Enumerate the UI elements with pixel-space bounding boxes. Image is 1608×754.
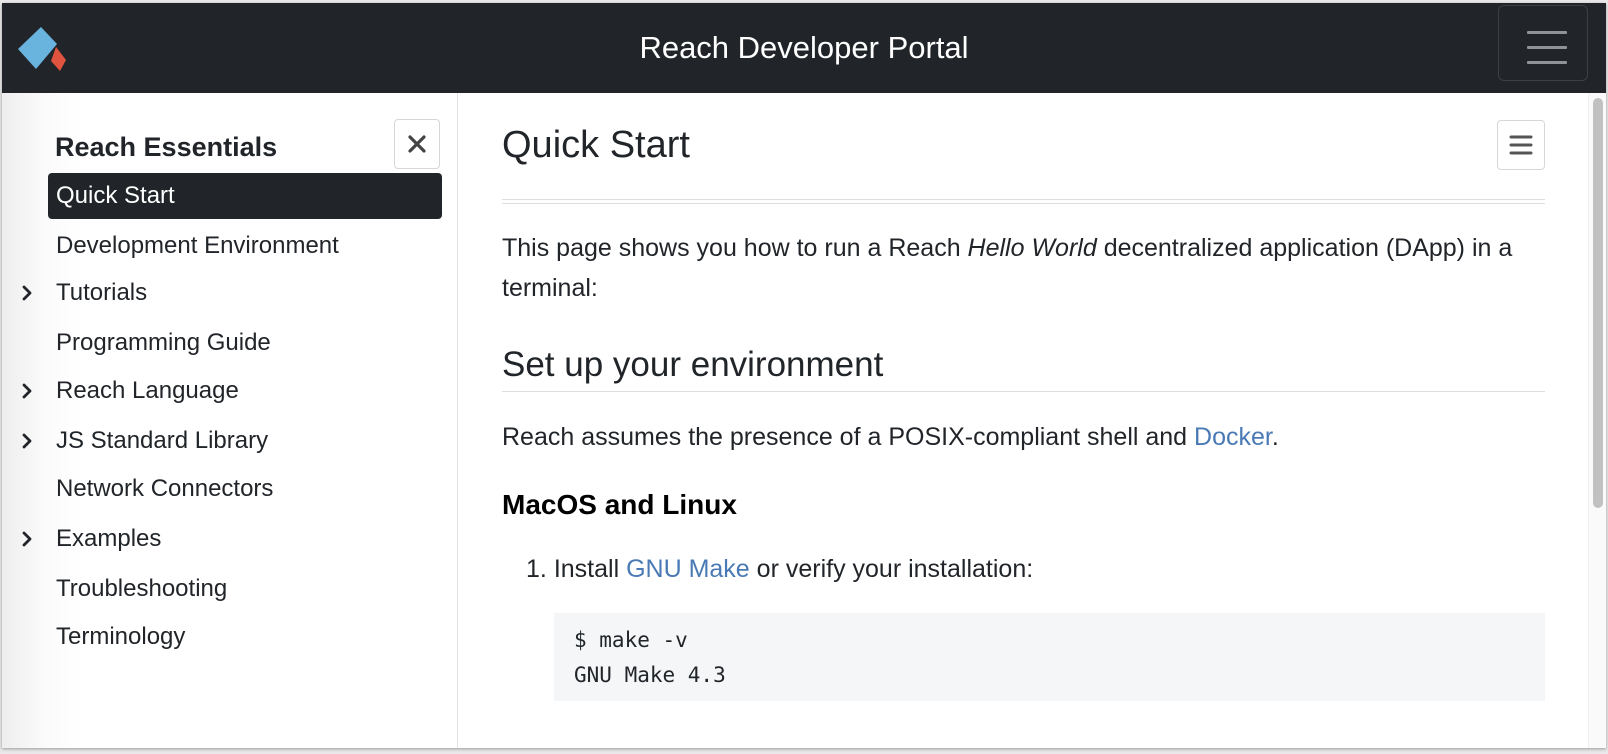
sidebar-item-label: Troubleshooting bbox=[56, 575, 228, 602]
sidebar-item-development-environment[interactable]: Development Environment bbox=[48, 223, 442, 269]
code-line: GNU Make 4.3 bbox=[574, 663, 726, 687]
close-icon bbox=[408, 135, 426, 153]
sidebar-item-label: Examples bbox=[56, 525, 162, 552]
subheading: MacOS and Linux bbox=[502, 489, 737, 520]
step-text: Install bbox=[553, 555, 627, 583]
chevron-right-icon[interactable] bbox=[20, 383, 34, 399]
top-navbar: Reach Developer Portal bbox=[2, 3, 1606, 93]
list-item: 1. Install GNU Make or verify your insta… bbox=[526, 552, 1033, 586]
sidebar-item-quick-start[interactable]: Quick Start bbox=[48, 173, 442, 219]
sidebar-item-programming-guide[interactable]: Programming Guide bbox=[48, 320, 442, 366]
sidebar-item-label: JS Standard Library bbox=[56, 427, 269, 454]
sidebar-item-label: Network Connectors bbox=[56, 475, 274, 502]
hamburger-icon-bar bbox=[1527, 61, 1567, 64]
section-heading: Set up your environment bbox=[502, 345, 884, 384]
sidebar-item-network-connectors[interactable]: Network Connectors bbox=[48, 466, 442, 512]
divider bbox=[502, 199, 1545, 200]
sidebar-item-label: Terminology bbox=[56, 623, 186, 650]
sidebar-item-label: Tutorials bbox=[56, 279, 148, 306]
assumption-text: Reach assumes the presence of a POSIX-co… bbox=[502, 423, 1195, 451]
sidebar-item-examples[interactable]: Examples bbox=[48, 516, 442, 562]
sidebar-item-terminology[interactable]: Terminology bbox=[48, 614, 442, 660]
intro-emphasis: Hello World bbox=[967, 234, 1097, 262]
hamburger-icon-bar bbox=[1527, 31, 1567, 34]
scrollbar-thumb[interactable] bbox=[1593, 98, 1603, 508]
browser-window: Reach Developer Portal Reach Essentials … bbox=[2, 3, 1606, 748]
docker-link[interactable]: Docker bbox=[1194, 423, 1272, 451]
sidebar-item-label: Reach Language bbox=[56, 377, 239, 404]
chevron-right-icon[interactable] bbox=[20, 531, 34, 547]
sidebar-item-label: Development Environment bbox=[56, 232, 339, 259]
sidebar-item-tutorials[interactable]: Tutorials bbox=[48, 270, 442, 316]
intro-text: This page shows you how to run a Reach bbox=[502, 234, 968, 262]
sidebar-item-js-standard-library[interactable]: JS Standard Library bbox=[48, 418, 442, 464]
hamburger-menu-button[interactable] bbox=[1498, 5, 1588, 81]
page-title: Quick Start bbox=[502, 124, 690, 166]
table-of-contents-button[interactable] bbox=[1497, 120, 1545, 170]
sidebar-item-reach-language[interactable]: Reach Language bbox=[48, 368, 442, 414]
vertical-scrollbar[interactable] bbox=[1588, 93, 1606, 748]
list-icon bbox=[1509, 135, 1533, 155]
main-content: Quick Start This page shows you how to r… bbox=[458, 93, 1588, 748]
list-item-number: 1. bbox=[526, 555, 547, 583]
divider bbox=[502, 203, 1545, 204]
hamburger-icon-bar bbox=[1527, 46, 1567, 49]
chevron-right-icon[interactable] bbox=[20, 433, 34, 449]
chevron-right-icon[interactable] bbox=[20, 285, 34, 301]
code-line: $ make -v bbox=[574, 628, 688, 652]
step-text: or verify your installation: bbox=[749, 555, 1034, 583]
code-block[interactable]: $ make -v GNU Make 4.3 bbox=[554, 613, 1545, 701]
sidebar-item-label: Quick Start bbox=[56, 182, 175, 209]
assumption-text: . bbox=[1271, 423, 1279, 451]
site-title[interactable]: Reach Developer Portal bbox=[2, 28, 1606, 68]
assumption-paragraph: Reach assumes the presence of a POSIX-co… bbox=[502, 420, 1279, 454]
close-sidebar-button[interactable] bbox=[394, 119, 440, 169]
gnu-make-link[interactable]: GNU Make bbox=[626, 555, 750, 583]
sidebar-item-label: Programming Guide bbox=[56, 329, 271, 356]
sidebar-section-title: Reach Essentials bbox=[55, 132, 278, 162]
divider bbox=[502, 391, 1545, 392]
sidebar-item-troubleshooting[interactable]: Troubleshooting bbox=[48, 566, 442, 612]
intro-paragraph: This page shows you how to run a Reach H… bbox=[502, 228, 1552, 308]
sidebar: Reach Essentials Quick Start Development… bbox=[2, 93, 458, 748]
